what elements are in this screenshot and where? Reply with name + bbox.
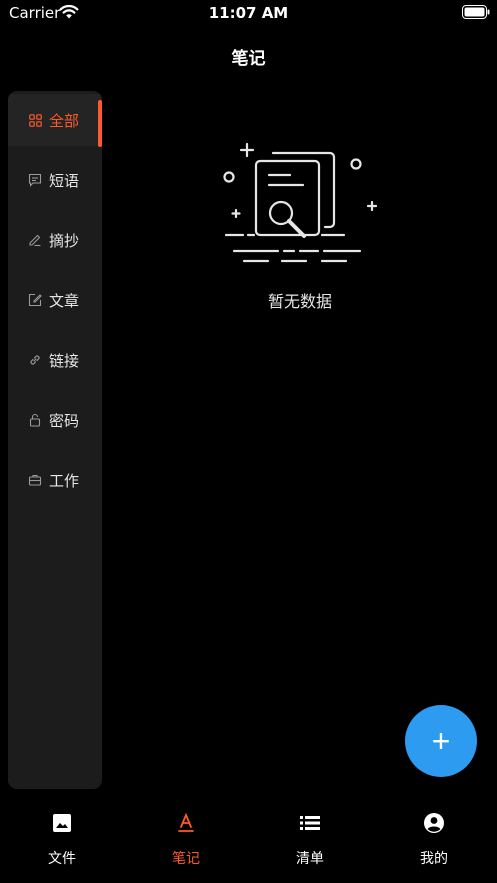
document-search-icon [223,142,378,263]
page-title: 笔记 [231,49,266,69]
text-format-icon [175,812,197,834]
grid-icon [28,113,42,127]
sidebar-item-all[interactable]: 全部 [8,94,102,147]
tab-label: 清单 [296,851,324,867]
sidebar-item-label: 短语 [49,171,80,190]
account-icon [423,812,445,834]
pencil-icon [28,233,42,247]
sidebar-item-label: 工作 [49,471,80,490]
tab-notes[interactable]: 笔记 [124,800,248,883]
sidebar-item-phrases[interactable]: 短语 [8,154,102,206]
sidebar-item-articles[interactable]: 文章 [8,274,102,326]
sidebar-item-label: 全部 [49,111,80,130]
link-icon [28,353,42,367]
image-icon [51,812,73,834]
status-time: 11:07 AM [208,4,289,22]
bottom-tab-bar: 文件 笔记 清单 我的 [0,800,497,883]
sidebar-item-work[interactable]: 工作 [8,454,102,506]
sidebar-item-label: 密码 [49,411,80,430]
tab-label: 笔记 [172,851,200,867]
plus-icon: + [431,723,451,759]
edit-icon [28,293,42,307]
status-bar: Carrier 11:07 AM [0,0,497,26]
lock-icon [28,413,42,427]
battery-icon [462,5,490,19]
sidebar-item-label: 文章 [49,291,80,310]
empty-state-message: 暂无数据 [267,292,332,311]
sidebar-item-passwords[interactable]: 密码 [8,394,102,446]
active-indicator [98,100,102,147]
list-icon [299,812,321,834]
tab-files[interactable]: 文件 [0,800,124,883]
sidebar-item-links[interactable]: 链接 [8,334,102,386]
tab-label: 我的 [420,851,448,867]
tab-checklist[interactable]: 清单 [248,800,372,883]
sidebar-item-excerpts[interactable]: 摘抄 [8,214,102,266]
sidebar-item-label: 摘抄 [49,231,80,250]
message-icon [28,173,42,187]
tab-label: 文件 [48,851,76,867]
category-sidebar: 全部 短语 摘抄 文章 链接 密码 工作 [8,91,102,789]
briefcase-icon [28,473,42,487]
add-note-button[interactable]: + [405,705,477,777]
tab-profile[interactable]: 我的 [372,800,496,883]
sidebar-item-label: 链接 [49,351,80,370]
